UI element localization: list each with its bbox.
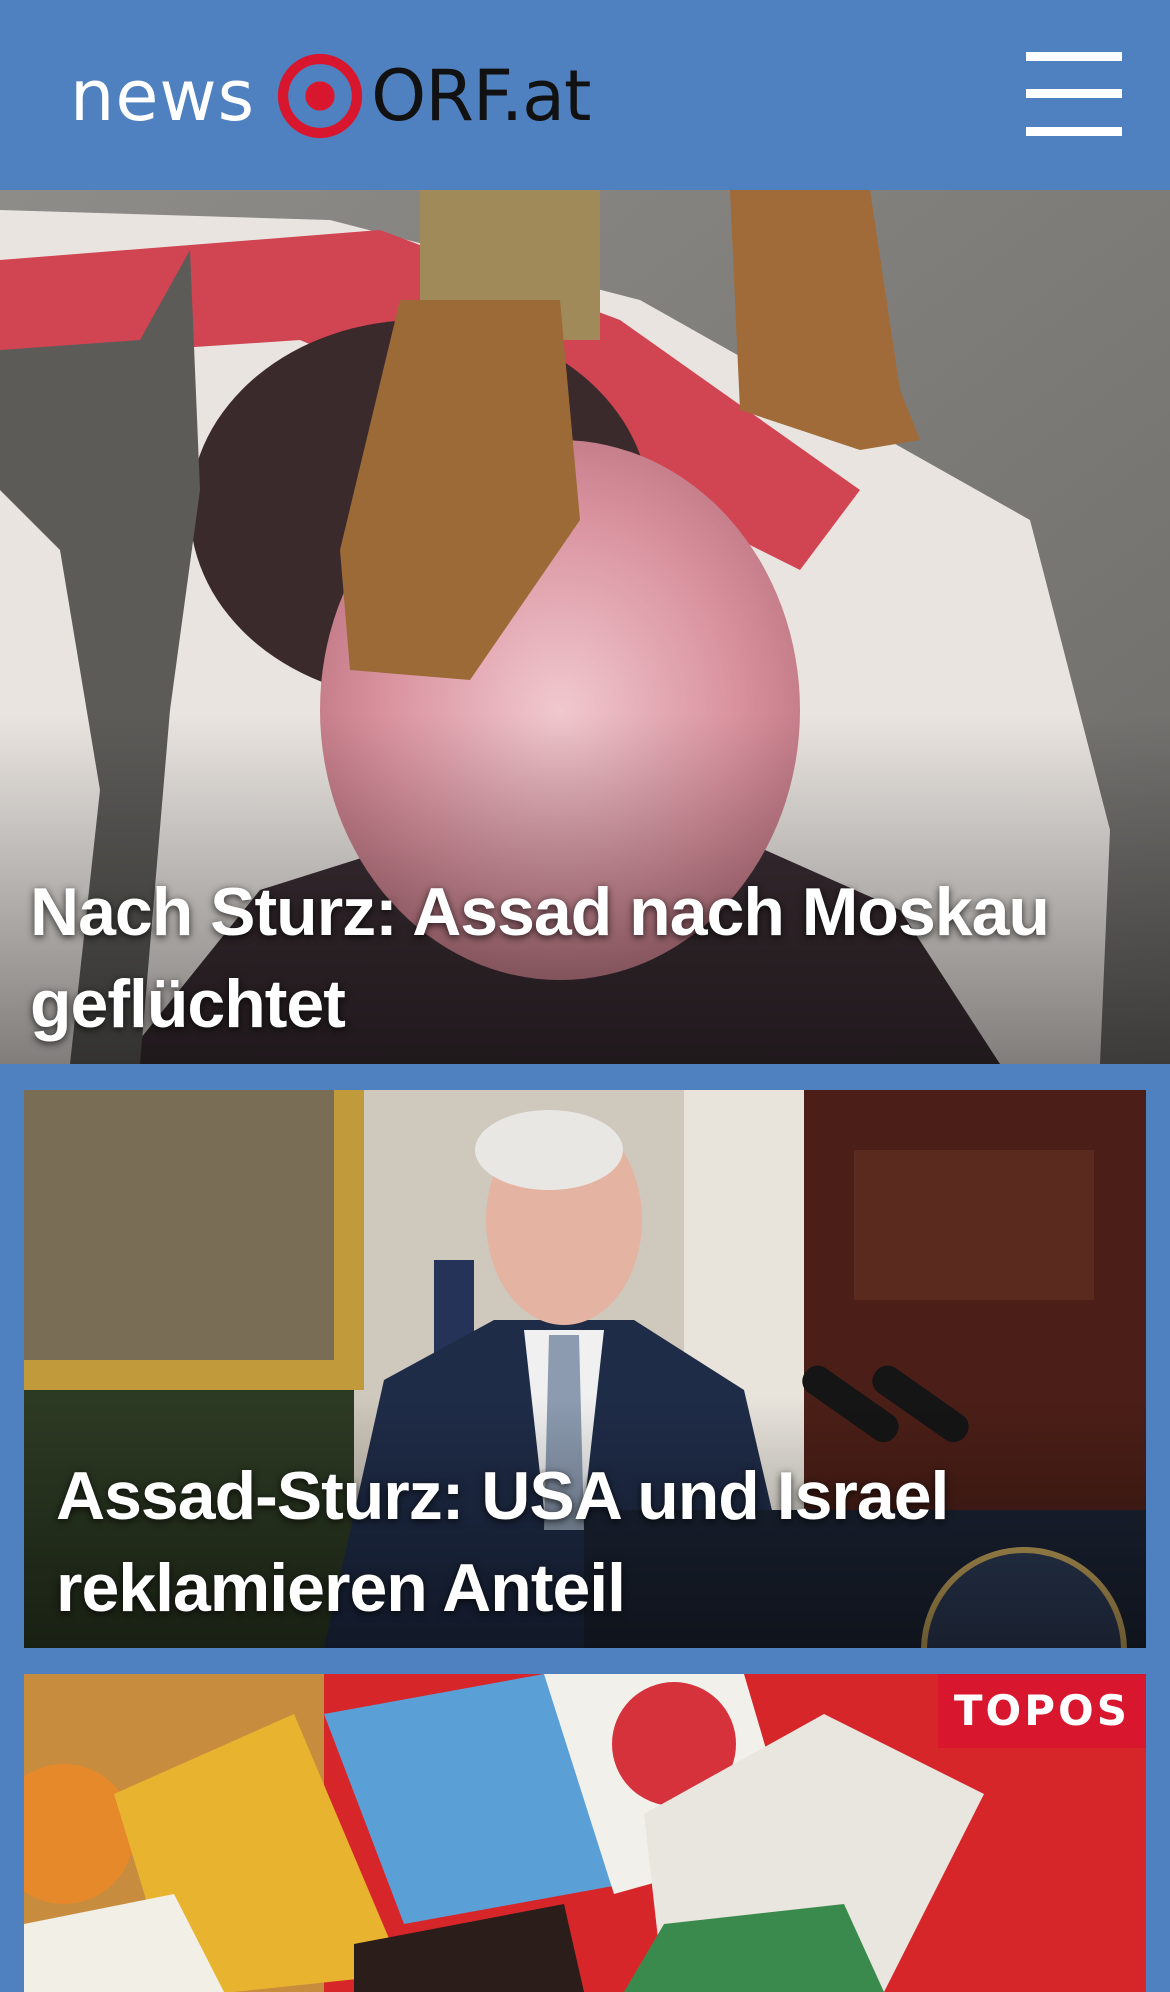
logo-text-orf: ORF.at <box>371 55 591 137</box>
story-headline: Nach Sturz: Assad nach Moskau geflüchtet <box>30 874 1050 1042</box>
topos-badge: TOPOS <box>937 1674 1146 1748</box>
menu-bar-icon <box>1026 52 1122 61</box>
menu-bar-icon <box>1026 127 1122 136</box>
story-headline: Assad-Sturz: USA und Israel reklamieren … <box>56 1458 949 1626</box>
orf-target-icon <box>278 53 363 139</box>
logo-text-news: news <box>70 55 256 137</box>
story-card-hero[interactable]: Nach Sturz: Assad nach Moskau geflüchtet <box>0 190 1170 1064</box>
story-card-topos[interactable]: TOPOS <box>24 1674 1146 1992</box>
news-orf-logo[interactable]: news ORF.at <box>70 46 592 146</box>
hamburger-menu-button[interactable] <box>1026 52 1122 136</box>
story-card[interactable]: Assad-Sturz: USA und Israel reklamieren … <box>24 1090 1146 1648</box>
menu-bar-icon <box>1026 89 1122 98</box>
app-header: news ORF.at <box>0 0 1170 190</box>
